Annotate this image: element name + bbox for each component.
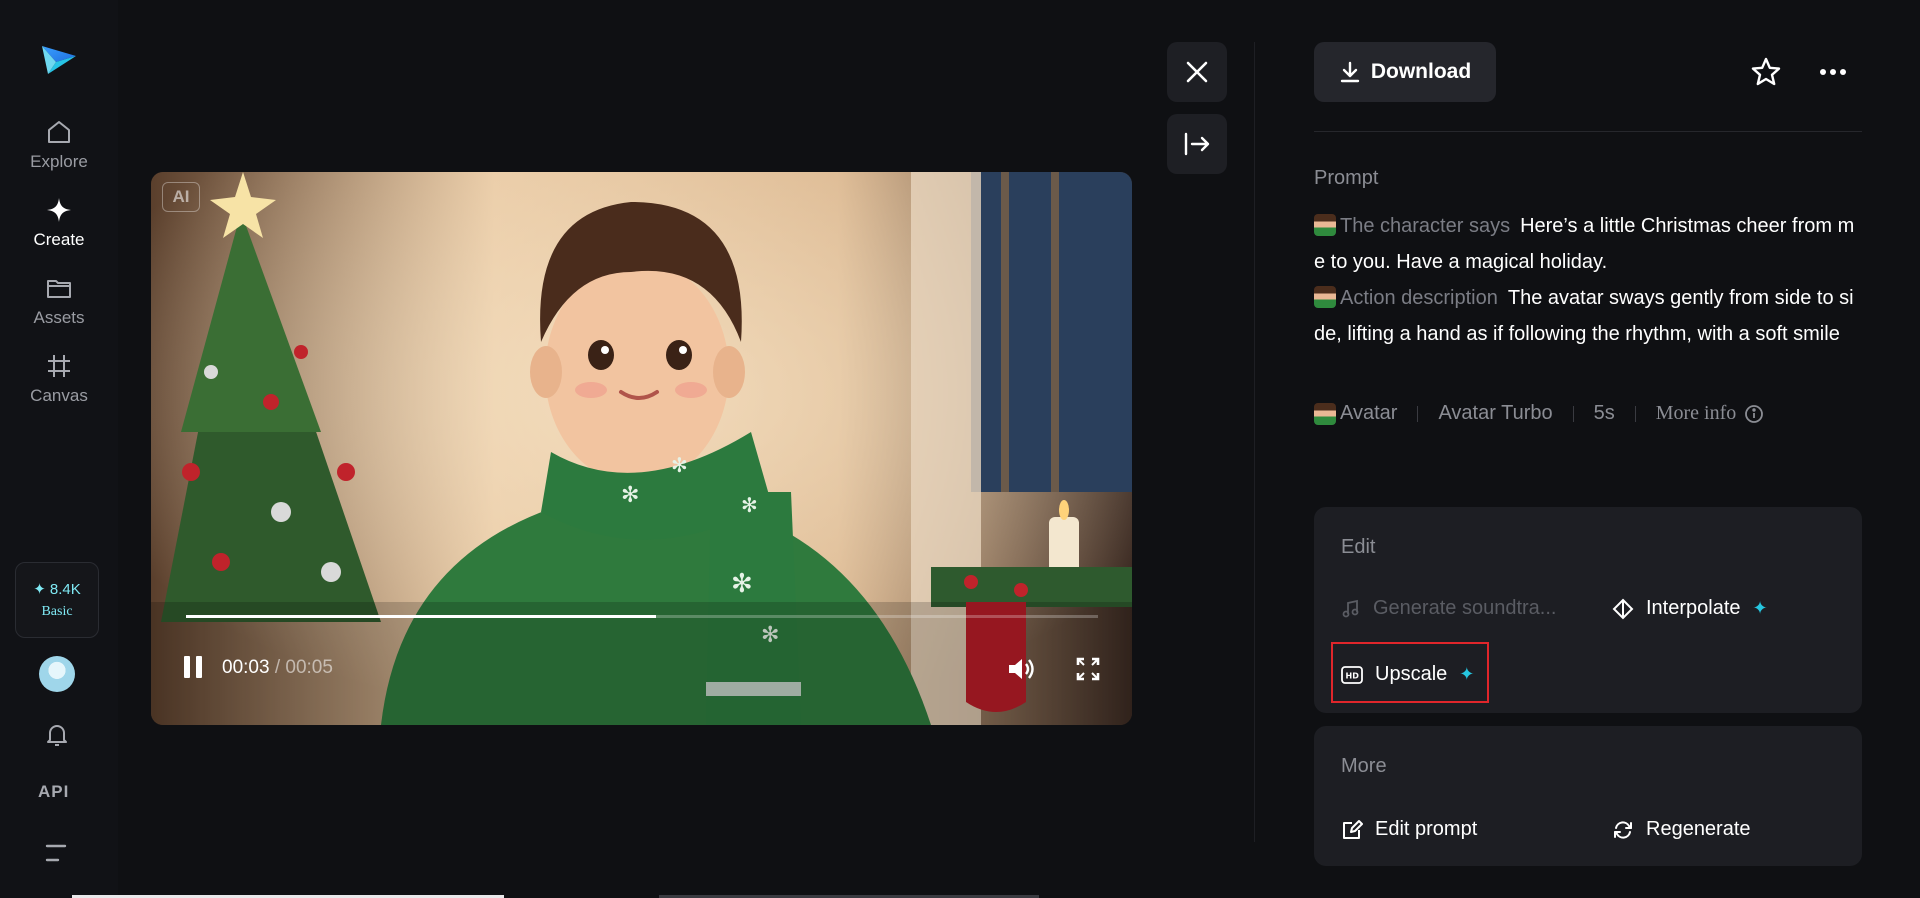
upscale-label: Upscale [1375, 663, 1448, 685]
meta-divider [1572, 405, 1574, 422]
folder-icon [45, 274, 73, 302]
credits-badge[interactable]: ✦ 8.4K Basic [15, 562, 99, 638]
progress-bar[interactable] [186, 615, 1098, 618]
api-link[interactable]: API [38, 782, 69, 802]
pause-button[interactable] [184, 656, 206, 680]
collapse-panel-button[interactable] [1167, 114, 1227, 174]
close-button[interactable] [1167, 42, 1227, 102]
edit-card: Edit Generate soundtra... Interpolate ✦ … [1314, 507, 1862, 713]
more-card: More Edit prompt Regenerate [1314, 726, 1862, 866]
sparkle-icon: ✦ [1459, 664, 1475, 684]
generation-meta: Avatar Avatar Turbo 5s More info [1314, 402, 1764, 425]
current-time: 00:03 [222, 657, 270, 678]
avatar-thumbnail [1314, 286, 1336, 308]
regenerate-label: Regenerate [1646, 818, 1751, 840]
download-icon [1340, 61, 1360, 83]
meta-model: Avatar Turbo [1438, 402, 1553, 424]
bell-icon[interactable] [44, 722, 70, 748]
svg-text:✻: ✻ [621, 483, 639, 508]
prompt-title: Prompt [1314, 167, 1379, 189]
sidebar-item-label: Assets [33, 308, 85, 327]
header-divider [1314, 131, 1862, 132]
panel-divider [1254, 42, 1255, 842]
home-icon [45, 118, 73, 146]
fullscreen-icon[interactable] [1076, 657, 1100, 681]
hd-icon: HD [1341, 665, 1363, 684]
sidebar-item-create[interactable]: Create [0, 196, 118, 250]
meta-divider [1417, 405, 1419, 422]
app-logo[interactable] [38, 38, 80, 80]
sidebar-item-canvas[interactable]: Canvas [0, 352, 118, 406]
video-player[interactable]: ✻ ✻ ✻ ✻ ✻ AI 00:03 / 00:05 [151, 172, 1132, 725]
plan-label: Basic [41, 604, 73, 619]
svg-text:HD: HD [1346, 671, 1360, 680]
credits-amount: ✦ 8.4K [33, 580, 81, 599]
avatar-thumbnail [1314, 402, 1336, 425]
meta-type: Avatar [1340, 402, 1398, 424]
canvas-icon [45, 352, 73, 380]
prompt-segment: Action description The avatar sways gentl… [1314, 280, 1862, 352]
generate-soundtrack-button[interactable]: Generate soundtra... [1341, 597, 1556, 620]
svg-text:✻: ✻ [671, 453, 688, 477]
pause-icon-bar [184, 656, 190, 678]
download-label: Download [1370, 60, 1472, 83]
credits-amount-value: 8.4K [49, 580, 81, 598]
sidebar: Explore Create Assets Canvas ✦ 8.4K Basi… [0, 0, 118, 898]
avatar[interactable] [39, 656, 75, 692]
sidebar-item-explore[interactable]: Explore [0, 118, 118, 172]
ai-badge: AI [162, 182, 200, 212]
more-info-link[interactable]: More info [1656, 402, 1765, 425]
meta-divider [1634, 405, 1636, 422]
close-icon [1186, 61, 1208, 83]
sparkle-icon: ✦ [1752, 598, 1768, 618]
sparkle-icon: ✦ [33, 581, 46, 598]
edit-card-title: Edit [1341, 536, 1376, 558]
pause-icon-bar [196, 656, 202, 678]
edit-icon [1343, 819, 1363, 839]
svg-text:✻: ✻ [731, 569, 753, 599]
interpolate-button[interactable]: Interpolate ✦ [1612, 597, 1768, 620]
sidebar-item-label: Canvas [30, 386, 88, 405]
more-options-icon[interactable] [1817, 58, 1849, 86]
progress-fill [186, 615, 656, 618]
volume-icon[interactable] [1007, 656, 1037, 682]
sidebar-item-assets[interactable]: Assets [0, 274, 118, 328]
music-note-icon [1342, 599, 1359, 617]
regenerate-button[interactable]: Regenerate [1612, 818, 1751, 841]
interpolate-icon [1612, 598, 1634, 619]
prompt-segment: The character says Here’s a little Christ… [1314, 208, 1862, 280]
generate-soundtrack-label: Generate soundtra... [1373, 597, 1557, 619]
prompt-segment-label: Action description [1340, 287, 1498, 309]
edit-prompt-button[interactable]: Edit prompt [1341, 818, 1477, 841]
sidebar-item-label: Explore [30, 152, 88, 171]
arrow-right-to-line-icon [1184, 132, 1210, 156]
upscale-button[interactable]: HD Upscale ✦ [1341, 663, 1474, 686]
more-card-title: More [1341, 755, 1387, 777]
sidebar-item-label: Create [33, 230, 85, 249]
time-display: 00:03 / 00:05 [222, 657, 333, 679]
interpolate-label: Interpolate [1646, 597, 1741, 619]
menu-icon[interactable] [44, 842, 70, 864]
svg-text:✻: ✻ [741, 493, 758, 517]
time-separator: / [269, 657, 286, 678]
regenerate-icon [1614, 820, 1632, 839]
favorite-icon[interactable] [1750, 56, 1782, 88]
info-icon [1745, 404, 1764, 423]
duration: 00:05 [285, 657, 333, 678]
meta-duration: 5s [1593, 402, 1615, 424]
prompt-segment-label: The character says [1340, 215, 1511, 237]
video-frame: ✻ ✻ ✻ ✻ ✻ [151, 172, 1132, 725]
prompt-body: The character says Here’s a little Christ… [1314, 208, 1862, 352]
edit-prompt-label: Edit prompt [1375, 818, 1478, 840]
sparkle-icon [45, 196, 73, 224]
download-button[interactable]: Download [1314, 42, 1496, 102]
avatar-thumbnail [1314, 214, 1336, 236]
more-info-label: More info [1655, 402, 1737, 424]
